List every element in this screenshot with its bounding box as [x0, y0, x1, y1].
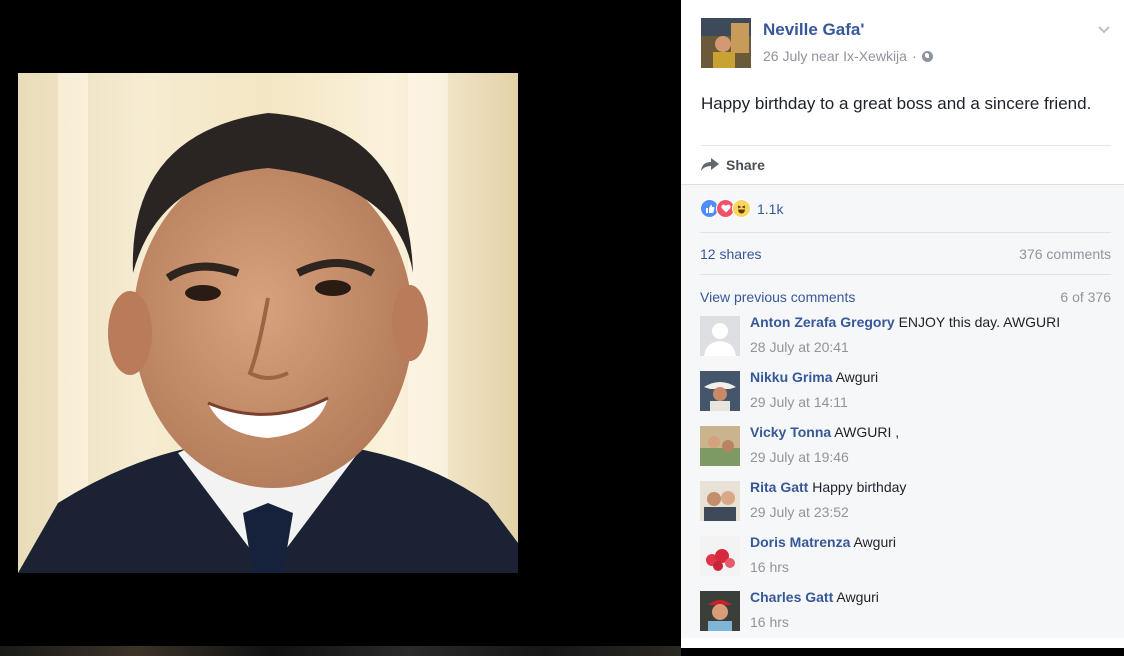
reaction-count[interactable]: 1.1k: [757, 201, 783, 217]
author-name-link[interactable]: Neville Gafa': [763, 20, 933, 40]
commenter-name[interactable]: Anton Zerafa Gregory: [750, 314, 895, 330]
post-timestamp[interactable]: 26 July near Ix-Xewkija: [763, 48, 907, 64]
comment-timestamp[interactable]: 29 July at 14:11: [750, 394, 878, 411]
reactions-summary[interactable]: 1.1k: [700, 185, 1111, 233]
feedback-section: 1.1k 12 shares 376 comments View previou…: [681, 184, 1124, 638]
commenter-avatar[interactable]: [700, 481, 740, 521]
post-sidebar: Neville Gafa' 26 July near Ix-Xewkija · …: [681, 0, 1124, 648]
comment-list: Anton Zerafa Gregory ENJOY this day. AWG…: [700, 314, 1111, 644]
post-header: Neville Gafa' 26 July near Ix-Xewkija · …: [681, 0, 1124, 184]
photo-viewer: Neville Gafa' 26 July near Ix-Xewkija · …: [0, 0, 1124, 656]
action-bar: Share: [701, 145, 1111, 184]
comment-timestamp[interactable]: 16 hrs: [750, 559, 896, 576]
commenter-name[interactable]: Nikku Grima: [750, 369, 832, 385]
comment-text: AWGURI ,: [831, 424, 900, 440]
commenter-avatar[interactable]: [700, 536, 740, 576]
haha-icon: [732, 199, 751, 218]
post-photo[interactable]: [18, 73, 518, 573]
comment-text: Awguri: [833, 589, 879, 605]
commenter-avatar[interactable]: [700, 371, 740, 411]
filmstrip-edge: [0, 646, 681, 656]
comment-text: ENJOY this day. AWGURI: [894, 314, 1061, 330]
portrait-image: [18, 73, 518, 573]
comment-item: Nikku Grima Awguri 29 July at 14:11: [700, 369, 1111, 424]
author-avatar[interactable]: [701, 18, 751, 68]
share-arrow-icon: [701, 158, 719, 171]
comment-item: Anton Zerafa Gregory ENJOY this day. AWG…: [700, 314, 1111, 369]
view-previous-comments-link[interactable]: View previous comments: [700, 289, 855, 305]
comment-item: Rita Gatt Happy birthday 29 July at 23:5…: [700, 479, 1111, 534]
comment-text: Awguri: [832, 369, 879, 385]
comment-timestamp[interactable]: 28 July at 20:41: [750, 339, 1060, 356]
commenter-name[interactable]: Rita Gatt: [750, 479, 808, 495]
chevron-down-icon[interactable]: [1098, 22, 1110, 34]
comment-text: Awguri: [850, 534, 897, 550]
commenter-name[interactable]: Vicky Tonna: [750, 424, 831, 440]
commenter-avatar[interactable]: [700, 426, 740, 466]
commenter-avatar[interactable]: [700, 316, 740, 356]
comment-page-count: 6 of 376: [1060, 288, 1111, 305]
commenter-name[interactable]: Charles Gatt: [750, 589, 833, 605]
globe-icon: [921, 50, 933, 62]
comment-item: Vicky Tonna AWGURI , 29 July at 19:46: [700, 424, 1111, 479]
commenter-avatar[interactable]: [700, 591, 740, 631]
shares-link[interactable]: 12 shares: [700, 246, 761, 262]
comment-timestamp[interactable]: 29 July at 19:46: [750, 449, 899, 466]
meta-separator: ·: [911, 48, 917, 64]
engagement-counts: 12 shares 376 comments: [700, 233, 1111, 275]
comment-timestamp[interactable]: 29 July at 23:52: [750, 504, 906, 521]
post-message: Happy birthday to a great boss and a sin…: [701, 94, 1092, 113]
previous-comments-row: View previous comments 6 of 376: [700, 275, 1111, 314]
share-label: Share: [726, 157, 765, 173]
comment-timestamp[interactable]: 16 hrs: [750, 614, 879, 631]
comment-item: Charles Gatt Awguri 16 hrs: [700, 589, 1111, 644]
share-button[interactable]: Share: [701, 157, 765, 173]
comments-count-link[interactable]: 376 comments: [1019, 246, 1111, 262]
commenter-name[interactable]: Doris Matrenza: [750, 534, 850, 550]
comment-item: Doris Matrenza Awguri 16 hrs: [700, 534, 1111, 589]
comment-text: Happy birthday: [808, 479, 907, 495]
